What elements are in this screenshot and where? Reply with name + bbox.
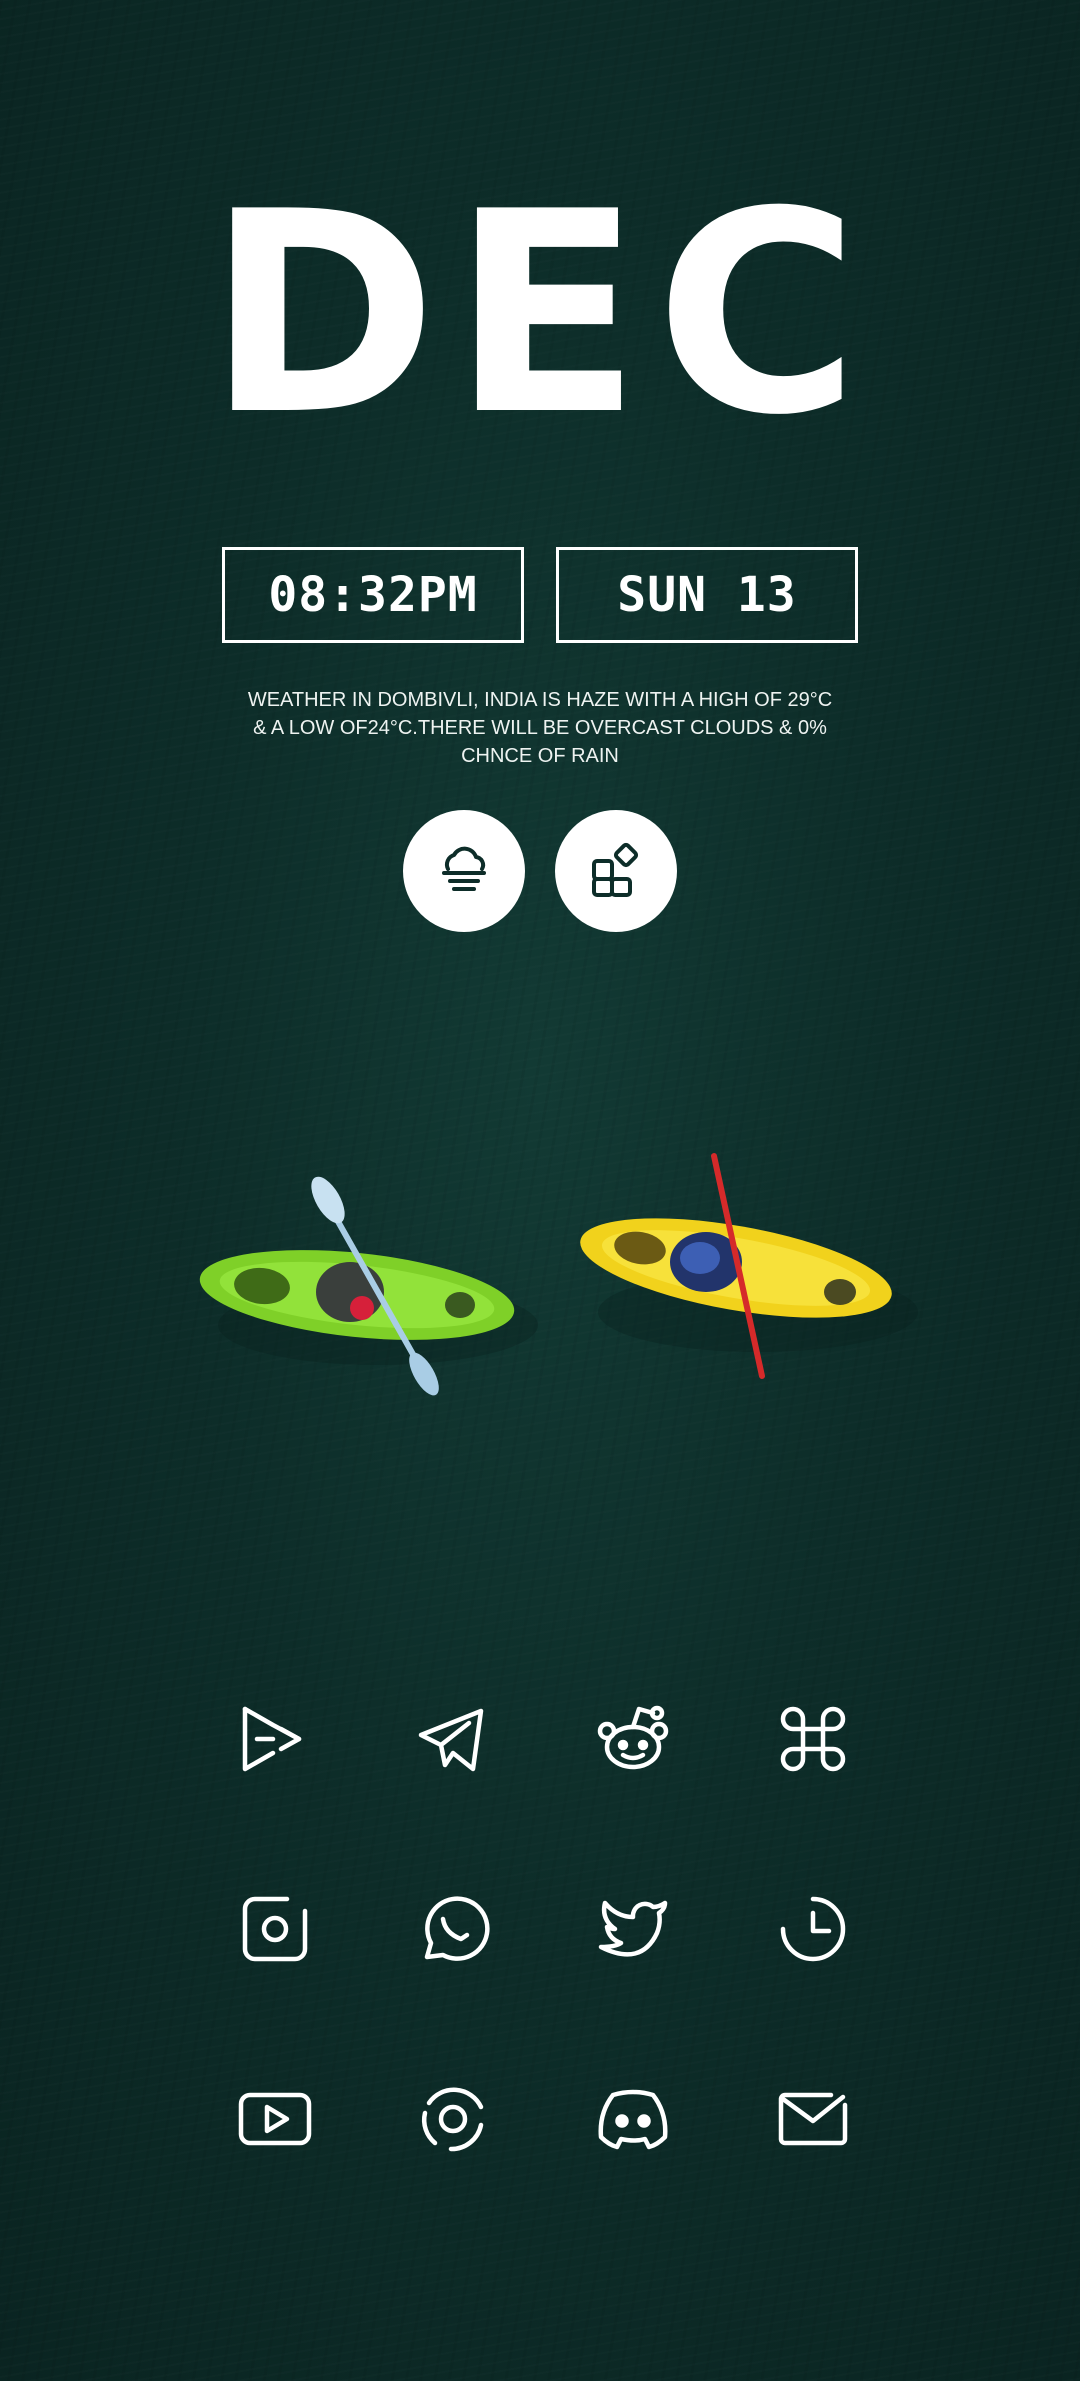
weather-haze-icon [442,846,486,891]
green-kayak [199,1176,538,1396]
youtube-app[interactable] [230,2074,320,2164]
play-store-icon [242,1706,302,1772]
command-icon [780,1706,846,1772]
twitter-icon [598,1900,668,1957]
youtube-icon [238,2092,312,2146]
time-date-row: 08:32PM SUN 13 [222,547,858,647]
kayak-photo [199,1153,918,1396]
whatsapp-app[interactable] [408,1884,498,1974]
discord-app[interactable] [588,2074,678,2164]
reddit-app[interactable] [588,1694,678,1784]
time-widget[interactable]: 08:32PM [222,547,524,643]
camera-app[interactable] [230,1884,320,1974]
clock-app[interactable] [768,1884,858,1974]
clock-icon [780,1896,846,1962]
telegram-icon [418,1708,484,1772]
twitter-app[interactable] [588,1884,678,1974]
weather-button[interactable] [403,810,525,932]
app-grid [230,1694,850,2154]
widgets-button[interactable] [555,810,677,932]
discord-icon [598,2089,668,2150]
telegram-app[interactable] [408,1694,498,1784]
whatsapp-icon [424,1896,490,1961]
month-label: DEC [206,152,874,476]
widgets-icon [592,842,639,897]
mail-app[interactable] [768,2074,858,2164]
mail-icon [778,2092,848,2146]
date-widget[interactable]: SUN 13 [556,547,858,643]
camera-icon [242,1896,308,1962]
chrome-icon [421,2087,484,2152]
quick-buttons [403,810,677,932]
reddit-icon [597,1705,669,1770]
yellow-kayak [580,1153,918,1379]
chrome-app[interactable] [408,2074,498,2164]
play-store-app[interactable] [230,1694,320,1784]
weather-summary: WEATHER IN DOMBIVLI, INDIA IS HAZE WITH … [247,689,833,767]
command-app[interactable] [768,1694,858,1784]
